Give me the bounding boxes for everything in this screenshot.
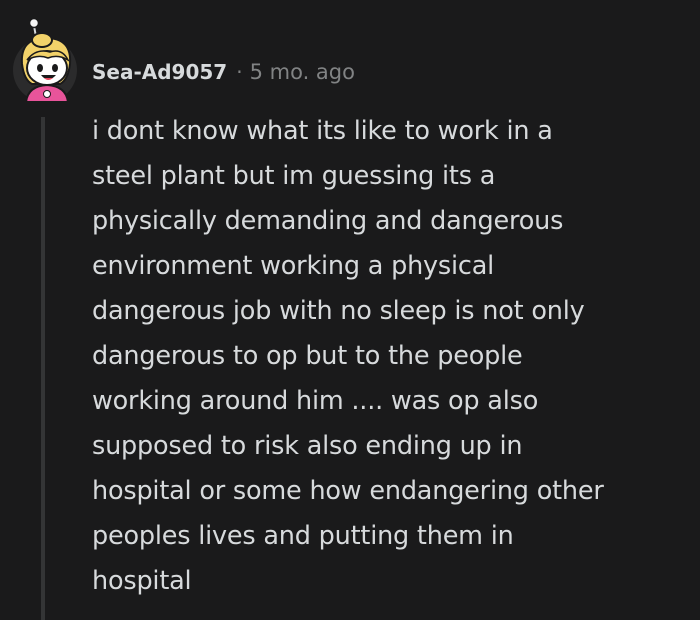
- comment-body-line: dangerous job with no sleep is not only: [92, 296, 585, 326]
- comment-body-line: physically demanding and dangerous: [92, 206, 564, 236]
- snoo-avatar-icon: [13, 17, 77, 103]
- comment-body-line: hospital or some how endangering other: [92, 476, 604, 506]
- thread-collapse-line[interactable]: [41, 117, 45, 620]
- comment-body-line: environment working a physical: [92, 251, 495, 281]
- comment-body-line: peoples lives and putting them in: [92, 521, 514, 551]
- meta-separator: ·: [236, 60, 243, 84]
- comment-timestamp[interactable]: 5 mo. ago: [250, 60, 355, 84]
- comment-body-line: hospital: [92, 566, 192, 596]
- comment-body-line: i dont know what its like to work in a: [92, 116, 553, 146]
- comment-body-line: dangerous to op but to the people: [92, 341, 523, 371]
- comment-body: i dont know what its like to work in a s…: [92, 109, 692, 604]
- avatar[interactable]: [12, 14, 78, 104]
- comment-body-line: steel plant but im guessing its a: [92, 161, 496, 191]
- comment-author[interactable]: Sea-Ad9057: [92, 60, 227, 84]
- comment-meta: Sea-Ad9057 · 5 mo. ago: [92, 55, 355, 89]
- comment-body-line: supposed to risk also ending up in: [92, 431, 523, 461]
- comment-body-line: working around him .... was op also: [92, 386, 539, 416]
